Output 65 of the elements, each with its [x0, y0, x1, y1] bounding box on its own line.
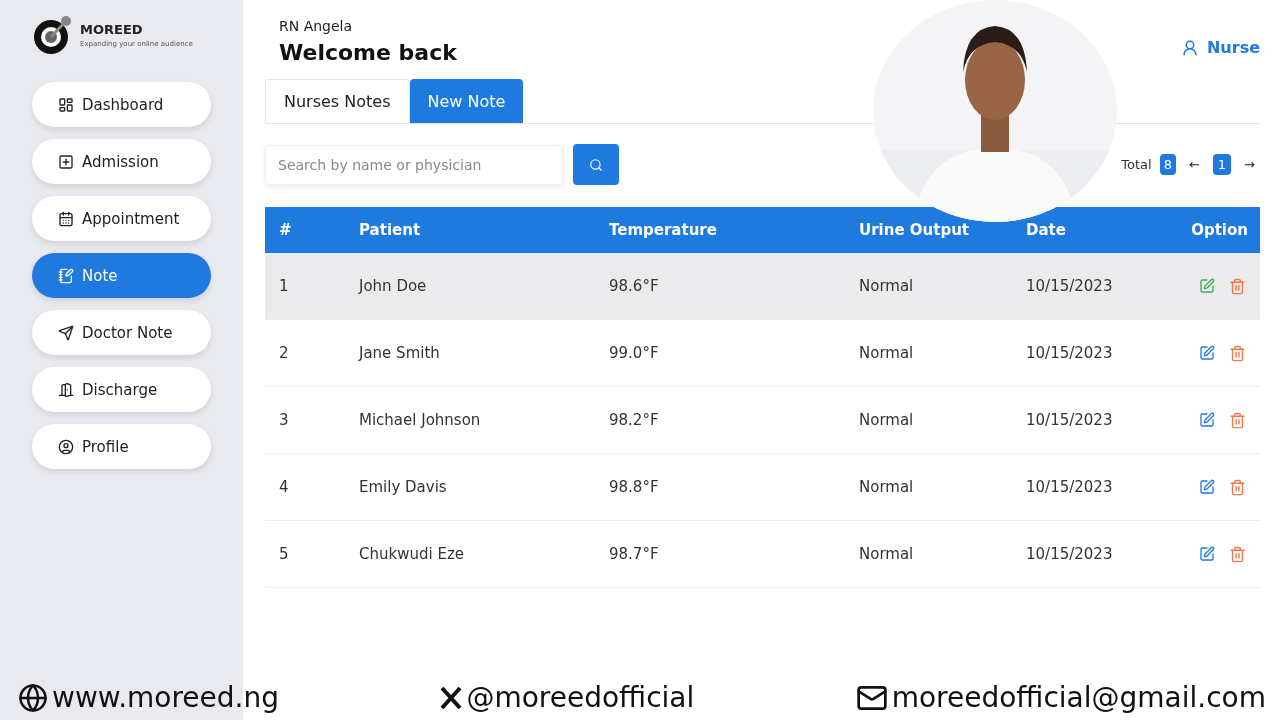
next-page-button[interactable]: → [1239, 154, 1260, 175]
note-icon [58, 267, 74, 284]
prev-page-button[interactable]: ← [1183, 154, 1205, 175]
table-cell: Normal [845, 253, 1012, 320]
delete-button[interactable] [1229, 411, 1246, 429]
column-header: # [265, 207, 345, 253]
total-count: 8 [1159, 154, 1176, 175]
tab[interactable]: Nurses Notes [265, 79, 410, 123]
nav-item[interactable]: Doctor Note [32, 310, 211, 355]
column-header: Option [1162, 207, 1260, 253]
paper-plane-icon [58, 324, 74, 341]
delete-button[interactable] [1229, 344, 1246, 362]
edit-icon [1199, 412, 1215, 428]
trash-icon [1229, 478, 1246, 496]
footer-text: www.moreed.ng [52, 681, 279, 714]
trash-icon [1229, 411, 1246, 429]
nav-item[interactable]: Admission [32, 139, 211, 184]
nav-item[interactable]: Appointment [32, 196, 211, 241]
trash-icon [1229, 545, 1246, 563]
brand-name: MOREED [80, 22, 144, 37]
search-field[interactable]: Search by name or physician [265, 144, 563, 185]
edit-icon [1199, 546, 1215, 562]
door-icon [58, 381, 74, 398]
total-label: Total [1121, 157, 1152, 172]
dashboard-icon [58, 96, 74, 113]
table-cell: John Doe [345, 253, 595, 320]
column-header: Patient [345, 207, 595, 253]
delete-button[interactable] [1229, 545, 1246, 563]
table-cell: 1 [265, 253, 345, 320]
role-label: Nurse [1206, 38, 1260, 57]
x-icon [440, 685, 463, 710]
edit-button[interactable] [1199, 479, 1215, 495]
logo-icon [32, 14, 74, 56]
globe-icon [18, 682, 48, 713]
user-name: RN Angela [279, 18, 354, 34]
table-cell: 10/15/2023 [1012, 253, 1162, 320]
welcome-heading: Welcome back [279, 40, 457, 65]
edit-icon [1199, 278, 1215, 294]
trash-icon [1229, 277, 1246, 295]
nurse-icon [1180, 38, 1199, 57]
plus-square-icon [58, 153, 74, 170]
footer-text: moreedofficial@gmail.com [891, 681, 1266, 714]
trash-icon [1229, 344, 1246, 362]
footer-text: @moreedofficial [466, 681, 695, 714]
edit-icon [1199, 345, 1215, 361]
calendar-icon [58, 210, 74, 227]
user-icon [58, 438, 74, 455]
page-button[interactable]: 1 [1212, 154, 1232, 175]
delete-button[interactable] [1229, 478, 1246, 496]
edit-icon [1199, 479, 1215, 495]
edit-button[interactable] [1199, 546, 1215, 562]
column-header: Date [1012, 207, 1162, 253]
table-cell: 98.6°F [595, 253, 845, 320]
search-button[interactable] [573, 144, 619, 185]
delete-button[interactable] [1229, 277, 1246, 295]
edit-button[interactable] [1199, 412, 1215, 428]
edit-button[interactable] [1199, 345, 1215, 361]
nav-item[interactable]: Dashboard [32, 82, 211, 127]
nav-item[interactable]: Note [32, 253, 211, 298]
column-header: Temperature [595, 207, 845, 253]
tab[interactable]: New Note [409, 79, 524, 123]
nav-item[interactable]: Discharge [32, 367, 211, 412]
search-icon [589, 157, 603, 172]
nav-item[interactable]: Profile [32, 424, 211, 469]
edit-button[interactable] [1199, 278, 1215, 294]
